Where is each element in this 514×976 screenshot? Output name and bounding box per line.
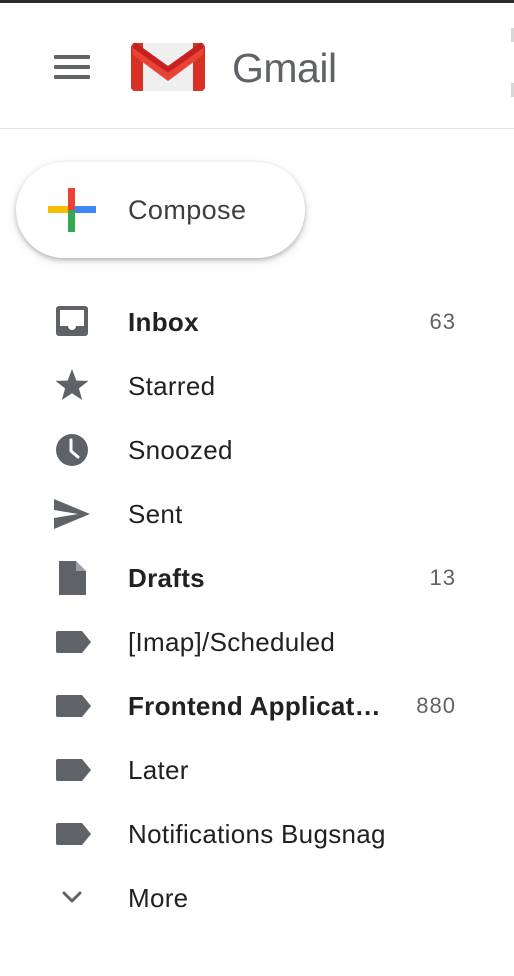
sidebar-item-notifications-bugsnag[interactable]: Notifications Bugsnag [0,802,514,866]
unread-count: 880 [416,693,456,718]
sidebar-item-drafts[interactable]: Drafts 13 [0,546,514,610]
label-icon [56,631,91,653]
hamburger-icon-bar [54,75,90,79]
label-icon [56,695,91,717]
star-icon [55,369,89,400]
sidebar-item-imap-scheduled[interactable]: [Imap]/Scheduled [0,610,514,674]
chevron-down-icon [62,891,82,903]
inbox-icon [56,306,88,336]
compose-label: Compose [128,195,247,225]
sidebar-item-label: Starred [128,371,216,401]
sidebar-item-snoozed[interactable]: Snoozed [0,418,514,482]
sidebar-item-label: Drafts [128,563,205,593]
hamburger-icon-bar [54,65,90,69]
compose-button[interactable]: Compose [16,162,305,258]
app-title: Gmail [232,45,337,91]
clock-icon [56,434,88,466]
unread-count: 63 [429,309,456,334]
sidebar-item-label: Later [128,755,189,785]
unread-count: 13 [429,565,456,590]
sidebar-item-later[interactable]: Later [0,738,514,802]
sidebar-item-starred[interactable]: Starred [0,354,514,418]
send-icon [54,499,90,529]
sidebar-item-inbox[interactable]: Inbox 63 [0,290,514,354]
sidebar-item-label: Inbox [128,307,199,337]
sidebar-item-frontend-applications[interactable]: Frontend Applications 880 [0,674,514,738]
gmail-logo[interactable] [130,40,206,94]
sidebar-item-label: More [128,883,189,913]
sidebar-nav: Inbox 63 Starred Snoozed Sent Drafts 13 [0,290,514,930]
draft-icon [59,561,86,595]
sidebar-item-label: Frontend Applications [128,691,383,721]
label-icon [56,823,91,845]
sidebar-item-label: Snoozed [128,435,233,465]
sidebar-item-more[interactable]: More [0,866,514,930]
hamburger-icon [54,55,90,59]
app-header: Gmail [0,3,514,129]
sidebar-item-sent[interactable]: Sent [0,482,514,546]
sidebar-item-label: Notifications Bugsnag [128,819,386,849]
plus-icon [48,188,96,232]
label-icon [56,759,91,781]
sidebar-item-label: Sent [128,499,183,529]
main-menu-button[interactable] [40,37,104,97]
sidebar-item-label: [Imap]/Scheduled [128,627,336,657]
